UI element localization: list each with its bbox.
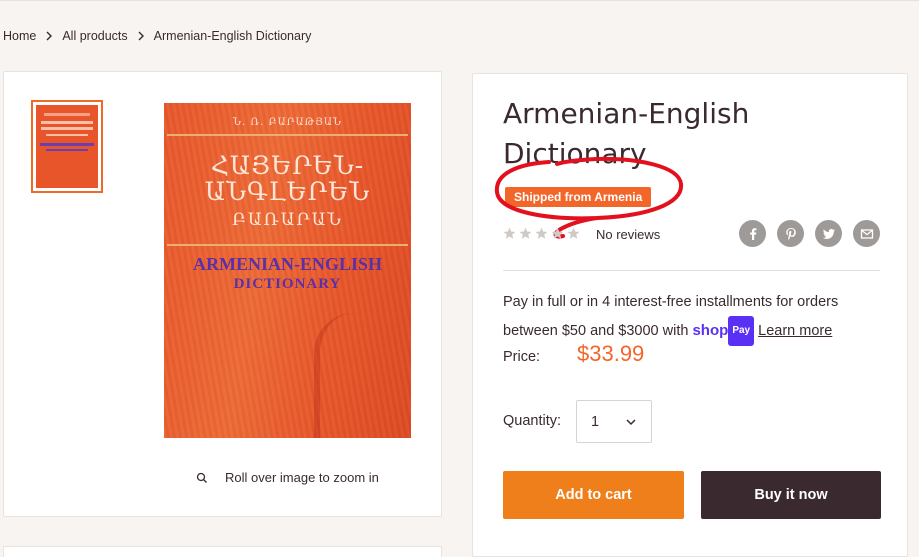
gallery-thumbnail[interactable] — [31, 100, 103, 193]
twitter-icon[interactable] — [815, 220, 842, 247]
facebook-icon[interactable] — [739, 220, 766, 247]
quantity-value: 1 — [591, 413, 600, 430]
info-divider — [503, 270, 880, 271]
chevron-right-icon — [45, 31, 53, 41]
price-value: $33.99 — [577, 341, 645, 366]
star-icon — [519, 227, 532, 239]
zoom-hint: Roll over image to zoom in — [196, 470, 379, 485]
breadcrumb-all-products[interactable]: All products — [62, 29, 127, 43]
cover-english-title-2: DICTIONARY — [233, 276, 342, 292]
star-icon — [503, 227, 516, 239]
magnifier-icon — [196, 472, 208, 484]
rating-stars — [503, 227, 583, 240]
add-to-cart-button[interactable]: Add to cart — [503, 471, 684, 519]
shop-pay-logo: shop Pay — [692, 316, 755, 346]
chevron-down-icon — [626, 419, 636, 426]
quantity-select[interactable]: 1 — [576, 400, 652, 443]
buy-now-button[interactable]: Buy it now — [701, 471, 881, 519]
cover-armenian-title-3: ԲԱՌԱՐԱՆ — [232, 210, 343, 230]
star-icon — [535, 227, 548, 239]
product-info: Armenian-English Dictionary Shipped from… — [472, 73, 908, 557]
price-label: Price: — [503, 349, 541, 365]
quantity-label: Quantity: — [503, 413, 562, 429]
chevron-right-icon — [137, 31, 145, 41]
email-icon[interactable] — [853, 220, 880, 247]
product-gallery: Ն. Ռ. ԲԱՐԱԹՅԱՆ ՀԱՅԵՐԵՆ- ԱՆԳԼԵՐԵՆ ԲԱՌԱՐԱՆ… — [3, 71, 442, 517]
zoom-hint-text: Roll over image to zoom in — [225, 470, 379, 485]
breadcrumb-home[interactable]: Home — [3, 29, 36, 43]
cover-armenian-title-2: ԱՆԳԼԵՐԵՆ — [204, 177, 371, 206]
breadcrumb-current: Armenian-English Dictionary — [153, 29, 312, 43]
secondary-card — [3, 546, 442, 557]
star-icon — [567, 227, 580, 239]
cover-armenian-title-1: ՀԱՅԵՐԵՆ- — [210, 151, 365, 180]
pinterest-icon[interactable] — [777, 220, 804, 247]
top-divider — [0, 0, 919, 1]
product-main-image[interactable]: Ն. Ռ. ԲԱՐԱԹՅԱՆ ՀԱՅԵՐԵՆ- ԱՆԳԼԵՐԵՆ ԲԱՌԱՐԱՆ… — [164, 103, 411, 438]
cover-english-title-1: ARMENIAN-ENGLISH — [192, 254, 383, 274]
shipped-badge: Shipped from Armenia — [505, 187, 652, 207]
reviews-link[interactable]: No reviews — [596, 227, 660, 242]
star-icon — [551, 227, 564, 239]
installments-info: Pay in full or in 4 interest-free instal… — [503, 288, 873, 346]
cover-author: Ն. Ռ. ԲԱՐԱԹՅԱՆ — [233, 117, 342, 128]
learn-more-link[interactable]: Learn more — [758, 323, 832, 339]
breadcrumb: Home All products Armenian-English Dicti… — [3, 29, 311, 43]
product-title: Armenian-English Dictionary — [503, 97, 750, 170]
thumbnail-image — [36, 105, 98, 188]
